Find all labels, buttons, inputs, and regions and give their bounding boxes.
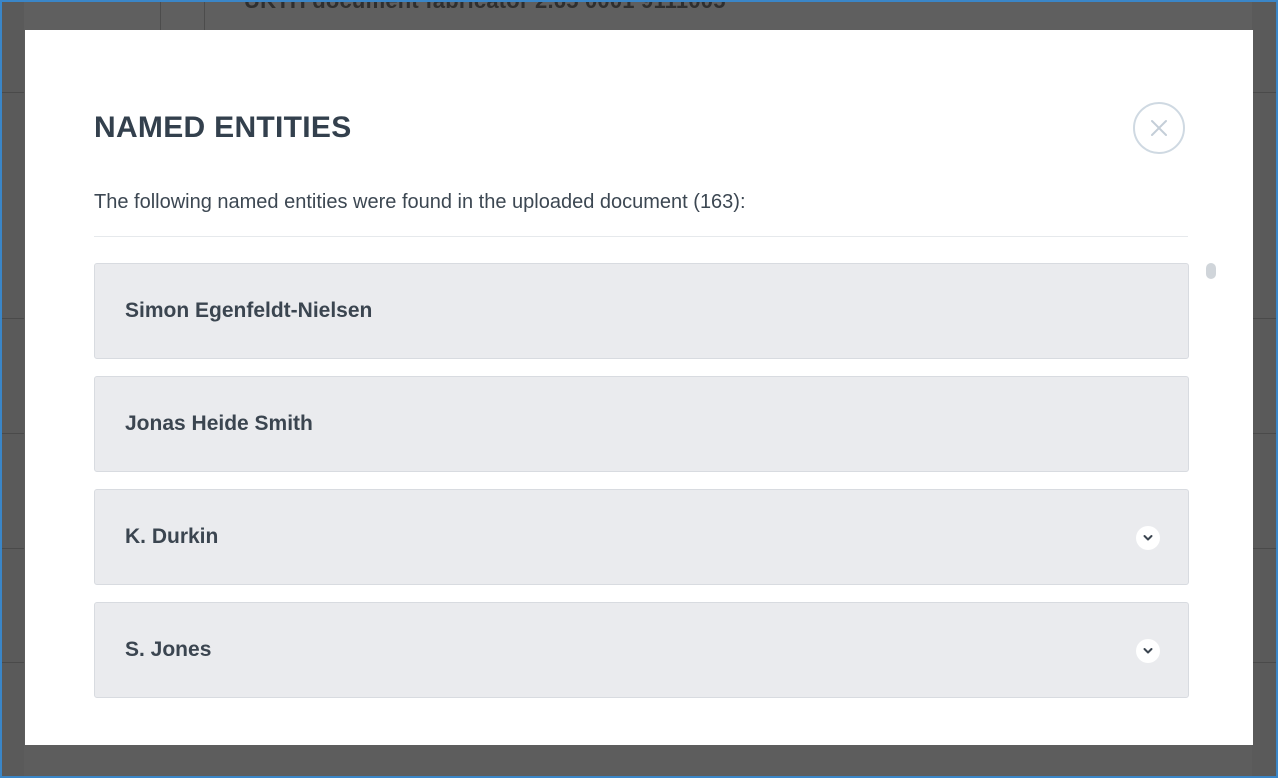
background-left-column	[2, 0, 24, 778]
background-gridline	[1252, 662, 1276, 663]
entity-name: K. Durkin	[125, 525, 219, 548]
modal-description: The following named entities were found …	[94, 191, 746, 213]
background-right-column	[1252, 0, 1276, 778]
background-text: UKTH document fabricator 2.65 0001 91110…	[244, 0, 726, 13]
background-gridline	[2, 662, 24, 663]
background-divider	[160, 0, 161, 30]
background-gridline	[1252, 318, 1276, 319]
entity-name: Jonas Heide Smith	[125, 412, 313, 435]
entity-name: S. Jones	[125, 638, 212, 661]
scrollbar-thumb[interactable]	[1206, 263, 1216, 279]
background-page: UKTH document fabricator 2.65 0001 91110…	[0, 0, 1278, 30]
background-divider	[204, 0, 205, 30]
entity-list-item[interactable]: K. Durkin	[94, 489, 1189, 585]
header-divider	[94, 236, 1188, 237]
background-gridline	[2, 433, 24, 434]
background-gridline	[1252, 92, 1276, 93]
entity-list-item[interactable]: S. Jones	[94, 602, 1189, 698]
chevron-down-icon[interactable]	[1136, 526, 1160, 550]
background-gridline	[2, 92, 24, 93]
close-button[interactable]	[1133, 102, 1185, 154]
background-gridline	[1252, 433, 1276, 434]
close-icon	[1151, 120, 1167, 136]
background-gridline	[1252, 548, 1276, 549]
chevron-down-icon[interactable]	[1136, 639, 1160, 663]
background-gridline	[2, 318, 24, 319]
entity-name: Simon Egenfeldt-Nielsen	[125, 299, 373, 322]
entity-list-item[interactable]: Simon Egenfeldt-Nielsen	[94, 263, 1189, 359]
named-entities-modal: NAMED ENTITIES The following named entit…	[25, 30, 1253, 745]
background-gridline	[2, 548, 24, 549]
entity-list: Simon Egenfeldt-Nielsen Jonas Heide Smit…	[94, 263, 1189, 715]
modal-title: NAMED ENTITIES	[94, 111, 352, 144]
entity-list-item[interactable]: Jonas Heide Smith	[94, 376, 1189, 472]
